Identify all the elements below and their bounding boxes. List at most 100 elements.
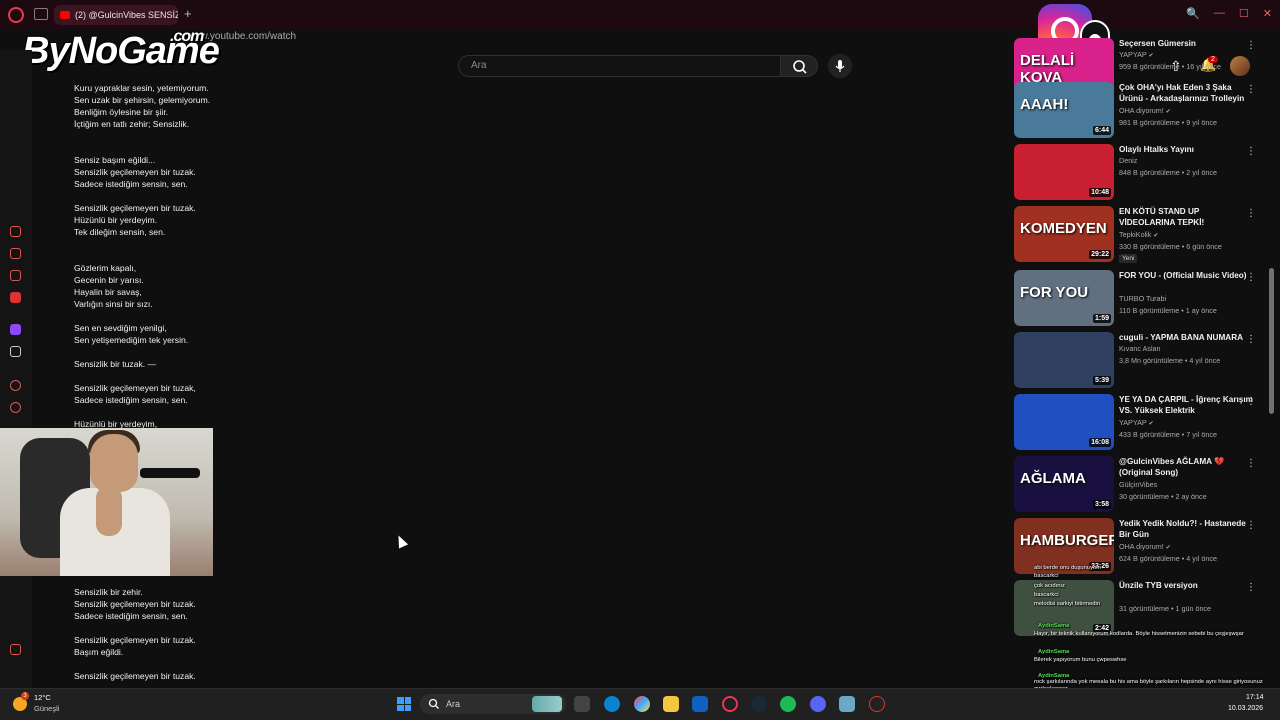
video-title[interactable]: EN KÖTÜ STAND UP VİDEOLARINA TEPKİ! — [1119, 206, 1254, 228]
channel-name[interactable]: OHA diyorum! — [1119, 106, 1164, 115]
copilot-icon[interactable] — [634, 696, 650, 712]
channel-name-row[interactable]: TepkiKolik ✔ — [1119, 230, 1158, 239]
file-explorer-icon[interactable] — [663, 696, 679, 712]
channel-name[interactable]: TepkiKolik — [1119, 230, 1151, 239]
video-thumbnail[interactable]: AAAH! 6:44 — [1014, 82, 1114, 138]
webcam-overlay — [0, 428, 213, 576]
lyric-line: Sensizlik bir tuzak. — — [74, 359, 157, 369]
video-title[interactable]: Yedik Yedik Noldu?! - Hastanede Bir Gün — [1119, 518, 1254, 540]
maximize-button[interactable]: ☐ — [1239, 7, 1249, 20]
video-title[interactable]: @GulcinVibes AĞLAMA 💔 (Original Song) — [1119, 456, 1254, 478]
channel-name-row[interactable]: YAPYAP ✔ — [1119, 50, 1154, 59]
video-title[interactable]: YE YA DA ÇARPIL - İğrenç Karışım VS. Yük… — [1119, 394, 1254, 416]
video-title[interactable]: Ünzile TYB versiyon — [1119, 580, 1254, 591]
aria-icon[interactable] — [10, 248, 21, 259]
more-actions-icon[interactable]: ⋮ — [1246, 520, 1256, 531]
recommended-video[interactable]: 16:08 YE YA DA ÇARPIL - İğrenç Karışım VS… — [1014, 394, 1264, 452]
edge-browser-icon[interactable] — [604, 696, 620, 712]
more-actions-icon[interactable]: ⋮ — [1246, 208, 1256, 219]
more-options-icon[interactable] — [10, 666, 21, 677]
task-view-icon[interactable] — [574, 696, 590, 712]
recommended-video[interactable]: AAAH! 6:44 Çok OHA'yı Hak Eden 3 Şaka Ürün… — [1014, 82, 1264, 140]
channel-name[interactable]: YAPYAP — [1119, 418, 1147, 427]
video-title[interactable]: FOR YOU - (Official Music Video) — [1119, 270, 1254, 281]
channel-name-row[interactable]: TURBO Turabi — [1119, 294, 1166, 303]
recommended-video[interactable]: KOMEDYEN 29:22 EN KÖTÜ STAND UP VİDEOLARIN… — [1014, 206, 1264, 264]
pinboard-icon[interactable] — [10, 270, 21, 281]
browser-tab[interactable]: (2) @GulcinVibes SENSİZL — [54, 5, 178, 25]
recommended-video[interactable]: AĞLAMA 3:58 @GulcinVibes AĞLAMA 💔 (Origina… — [1014, 456, 1264, 514]
tab-manager-icon[interactable] — [34, 8, 48, 20]
microsoft-store-icon[interactable] — [692, 696, 708, 712]
settings-gear-icon[interactable] — [839, 696, 855, 712]
channel-name[interactable]: Kıvanc Aslan — [1119, 344, 1161, 353]
more-actions-icon[interactable]: ⋮ — [1246, 84, 1256, 95]
clock-icon[interactable] — [10, 402, 21, 413]
channel-name[interactable]: OHA diyorum! — [1119, 542, 1164, 551]
video-thumbnail[interactable]: 10:48 — [1014, 144, 1114, 200]
channel-name[interactable]: GülçinVibes — [1119, 480, 1157, 489]
search-input[interactable]: Ara — [458, 55, 781, 77]
video-meta: 959 B görüntüleme • 16 yıl önce — [1119, 62, 1222, 71]
channel-name-row[interactable]: YAPYAP ✔ — [1119, 418, 1154, 427]
channel-name-row[interactable]: OHA diyorum! ✔ — [1119, 106, 1171, 115]
video-thumbnail[interactable]: FOR YOU 1:59 — [1014, 270, 1114, 326]
more-actions-icon[interactable]: ⋮ — [1246, 458, 1256, 469]
chat-text: Hayır, bir teknik kullanıyorum kodlarda.… — [1034, 631, 1244, 637]
spotify-icon[interactable] — [780, 696, 796, 712]
opera-logo-icon[interactable] — [8, 7, 24, 23]
messenger-icon[interactable] — [10, 292, 21, 303]
chat-username: AydinSama — [1038, 649, 1070, 655]
video-thumbnail[interactable]: 16:08 — [1014, 394, 1114, 450]
channel-name[interactable]: YAPYAP — [1119, 50, 1147, 59]
video-title[interactable]: Seçersen Gümersin — [1119, 38, 1254, 49]
video-title[interactable]: cuguli - YAPMA BANA NUMARA — [1119, 332, 1254, 343]
video-title[interactable]: Olaylı Htalks Yayını — [1119, 144, 1254, 155]
recommendations-scrollbar[interactable] — [1269, 268, 1274, 414]
windows-start-icon[interactable] — [397, 697, 411, 711]
channel-name-row[interactable]: GülçinVibes — [1119, 480, 1157, 489]
video-title[interactable]: Çok OHA'yı Hak Eden 3 Şaka Ürünü - Arkad… — [1119, 82, 1254, 104]
search-button[interactable] — [780, 55, 818, 77]
recommended-video[interactable]: 5:39 cuguli - YAPMA BANA NUMARA Kıvanc Asl… — [1014, 332, 1264, 390]
recommended-video[interactable]: FOR YOU 1:59 FOR YOU - (Official Music Vid… — [1014, 270, 1264, 328]
player-icon[interactable] — [10, 380, 21, 391]
recommended-video[interactable]: 10:48 Olaylı Htalks Yayını Deniz 848 B görü… — [1014, 144, 1264, 202]
twitch-icon[interactable] — [10, 324, 21, 335]
x-twitter-icon[interactable] — [10, 346, 21, 357]
channel-name-row[interactable]: OHA diyorum! ✔ — [1119, 542, 1171, 551]
channel-name[interactable]: Deniz — [1119, 156, 1137, 165]
more-actions-icon[interactable]: ⋮ — [1246, 334, 1256, 345]
weather-description[interactable]: Güneşli — [34, 704, 59, 713]
obs-icon[interactable] — [869, 696, 885, 712]
channel-name-row[interactable]: Deniz — [1119, 156, 1137, 165]
video-meta: 31 görüntüleme • 1 gün önce — [1119, 604, 1212, 613]
channel-name-row[interactable]: Kıvanc Aslan — [1119, 344, 1161, 353]
new-tab-button[interactable]: + — [184, 6, 192, 21]
video-thumbnail[interactable]: 5:39 — [1014, 332, 1114, 388]
minimize-button[interactable]: — — [1214, 7, 1225, 20]
weather-alert-badge: 3 — [21, 692, 29, 700]
close-button[interactable]: ✕ — [1263, 7, 1272, 20]
browser-search-icon[interactable]: 🔍 — [1186, 7, 1200, 20]
history-icon[interactable] — [10, 226, 21, 237]
lyric-line: Sadece istediğim sensin, sen. — [74, 611, 188, 621]
steam-icon[interactable] — [751, 696, 767, 712]
opera-gx-taskbar-icon[interactable] — [722, 696, 738, 712]
taskbar-clock-date[interactable]: 10.03.2026 — [1228, 705, 1263, 712]
youtube-favicon-icon — [60, 11, 70, 19]
video-meta: 981 B görüntüleme • 9 yıl önce — [1119, 118, 1218, 127]
video-thumbnail[interactable]: AĞLAMA 3:58 — [1014, 456, 1114, 512]
channel-name[interactable]: TURBO Turabi — [1119, 294, 1166, 303]
weather-temperature[interactable]: 12°C — [34, 693, 51, 702]
more-actions-icon[interactable]: ⋮ — [1246, 396, 1256, 407]
more-actions-icon[interactable]: ⋮ — [1246, 582, 1256, 593]
more-actions-icon[interactable]: ⋮ — [1246, 272, 1256, 283]
voice-search-button[interactable] — [828, 54, 852, 78]
gx-icon[interactable] — [10, 644, 21, 655]
more-actions-icon[interactable]: ⋮ — [1246, 40, 1256, 51]
more-actions-icon[interactable]: ⋮ — [1246, 146, 1256, 157]
video-thumbnail[interactable]: KOMEDYEN 29:22 — [1014, 206, 1114, 262]
taskbar-clock-time[interactable]: 17:14 — [1246, 694, 1264, 701]
discord-icon[interactable] — [810, 696, 826, 712]
